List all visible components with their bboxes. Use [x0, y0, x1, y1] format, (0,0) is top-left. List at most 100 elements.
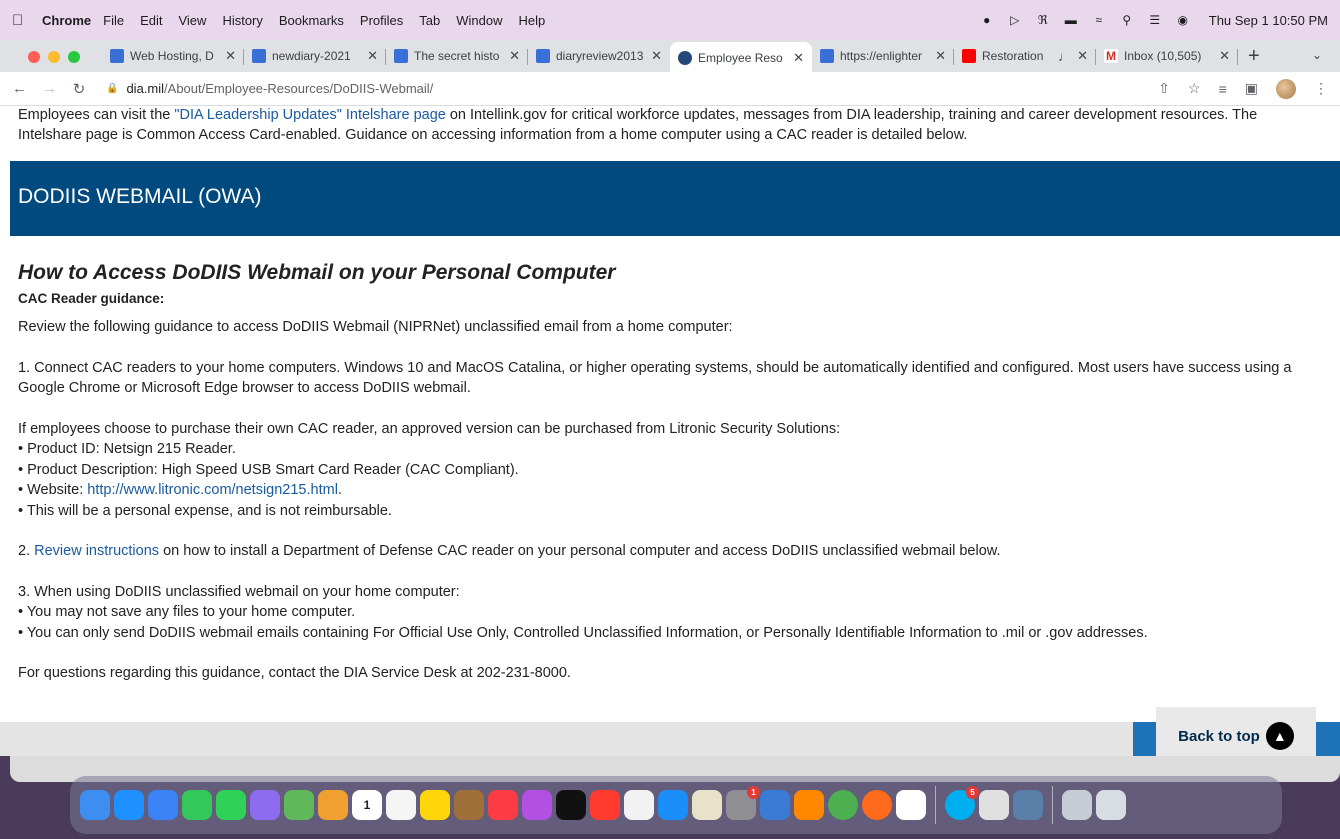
finder-icon[interactable] — [80, 790, 110, 820]
downloads-folder-icon[interactable] — [1062, 790, 1092, 820]
vlc-icon[interactable] — [794, 790, 824, 820]
litronic-website-link[interactable]: http://www.litronic.com/netsign215.html — [87, 482, 338, 498]
safari-icon[interactable] — [114, 790, 144, 820]
dock-divider — [1052, 786, 1053, 824]
lock-icon[interactable]: 🔒 — [106, 83, 118, 94]
messages-icon[interactable] — [216, 790, 246, 820]
menu-window[interactable]: Window — [456, 13, 502, 28]
close-tab-icon[interactable]: ✕ — [509, 48, 520, 64]
battery-icon[interactable]: ▬ — [1063, 13, 1079, 27]
profile-avatar[interactable] — [1276, 78, 1296, 99]
tab-enlighten[interactable]: https://enlighter ✕ — [812, 42, 954, 70]
more-menu-icon[interactable]: ⋮ — [1314, 80, 1328, 97]
app-store-icon[interactable] — [658, 790, 688, 820]
tab-secret-history[interactable]: The secret histo ✕ — [386, 42, 528, 70]
trash-icon[interactable] — [1096, 790, 1126, 820]
youtube-favicon-icon — [962, 49, 976, 63]
contacts-icon[interactable] — [454, 790, 484, 820]
tab-search-chevron-down-icon[interactable]: ⌄ — [1312, 48, 1322, 62]
tab-gmail-inbox[interactable]: M Inbox (10,505) ✕ — [1096, 42, 1238, 70]
chevron-up-icon: ▲ — [1265, 722, 1294, 750]
app-menu-chrome[interactable]: Chrome — [42, 13, 91, 28]
facetime-icon[interactable] — [182, 790, 212, 820]
reminders-icon[interactable] — [386, 790, 416, 820]
menu-file[interactable]: File — [103, 13, 124, 28]
tab-newdiary[interactable]: newdiary-2021 ✕ — [244, 42, 386, 70]
dia-seal-favicon-icon — [678, 51, 692, 65]
script-icon[interactable]: ℜ — [1035, 13, 1051, 27]
new-tab-button[interactable]: + — [1248, 42, 1260, 70]
menu-profiles[interactable]: Profiles — [360, 13, 403, 28]
website-label: • Website: — [18, 482, 88, 498]
purchase-info-list: If employees choose to purchase their ow… — [18, 419, 1328, 522]
bookmark-star-icon[interactable]: ☆ — [1188, 80, 1201, 97]
intro-text-before: Employees can visit the — [18, 107, 175, 123]
apple-menu-icon[interactable]:  — [12, 12, 34, 29]
forward-arrow-icon[interactable]: → — [42, 80, 57, 97]
vpn-icon[interactable]: ● — [979, 13, 995, 27]
contact-text: For questions regarding this guidance, c… — [18, 665, 571, 681]
close-tab-icon[interactable]: ✕ — [1077, 48, 1088, 64]
menu-history[interactable]: History — [222, 13, 262, 28]
dia-leadership-updates-link[interactable]: "DIA Leadership Updates" Intelshare page — [174, 107, 445, 123]
preview-icon[interactable] — [1013, 790, 1043, 820]
control-center-icon[interactable]: ☰ — [1147, 13, 1163, 27]
photos-icon[interactable] — [318, 790, 348, 820]
tab-restoration[interactable]: Restoration ♩ ✕ — [954, 42, 1096, 70]
media-play-icon[interactable]: ▷ — [1007, 13, 1023, 27]
spotlight-search-icon[interactable]: ⚲ — [1119, 13, 1135, 27]
keynote-icon[interactable] — [760, 790, 790, 820]
menu-clock[interactable]: Thu Sep 1 10:50 PM — [1209, 13, 1328, 28]
review-instructions-link[interactable]: Review instructions — [34, 543, 159, 559]
reload-icon[interactable]: ↻ — [72, 80, 86, 98]
dock-divider — [935, 786, 936, 824]
numbers-icon[interactable] — [624, 790, 654, 820]
close-window-button[interactable] — [28, 51, 40, 63]
back-to-top-label: Back to top — [1178, 727, 1260, 745]
wifi-icon[interactable]: ≈ — [1091, 13, 1107, 27]
close-tab-icon[interactable]: ✕ — [367, 48, 378, 64]
music-icon[interactable] — [488, 790, 518, 820]
audio-playing-icon[interactable]: ♩ — [1058, 49, 1071, 64]
close-tab-icon[interactable]: ✕ — [1219, 48, 1230, 64]
textedit-icon[interactable] — [692, 790, 722, 820]
menu-bookmarks[interactable]: Bookmarks — [279, 13, 344, 28]
close-tab-icon[interactable]: ✕ — [935, 48, 946, 64]
maps-icon[interactable] — [284, 790, 314, 820]
reading-list-icon[interactable]: ≡ — [1219, 81, 1227, 97]
news-icon[interactable] — [590, 790, 620, 820]
url-path: /About/Employee-Resources/DoDIIS-Webmail… — [164, 81, 434, 96]
calendar-icon[interactable]: 1 — [352, 790, 382, 820]
back-arrow-icon[interactable]: ← — [12, 80, 27, 97]
window-controls — [28, 51, 80, 63]
podcasts-icon[interactable] — [522, 790, 552, 820]
menu-view[interactable]: View — [178, 13, 206, 28]
back-to-top-button[interactable]: Back to top ▲ — [1156, 707, 1316, 756]
share-icon[interactable]: ⇧ — [1158, 80, 1170, 97]
close-tab-icon[interactable]: ✕ — [225, 48, 236, 64]
tab-employee-resources[interactable]: Employee Reso ✕ — [670, 42, 812, 74]
side-panel-icon[interactable]: ▣ — [1245, 80, 1258, 97]
firefox-icon[interactable] — [862, 790, 892, 820]
system-preferences-icon[interactable]: 1 — [726, 786, 760, 820]
notes-icon[interactable] — [420, 790, 450, 820]
skype-icon[interactable]: 5 — [945, 786, 979, 820]
gmail-favicon-icon: M — [1104, 49, 1118, 63]
chrome-icon[interactable] — [828, 790, 858, 820]
menu-help[interactable]: Help — [519, 13, 546, 28]
tab-diaryreview[interactable]: diaryreview2013 ✕ — [528, 42, 670, 70]
launchpad-icon[interactable] — [250, 790, 280, 820]
mail-icon[interactable] — [148, 790, 178, 820]
zoom-window-button[interactable] — [68, 51, 80, 63]
menu-edit[interactable]: Edit — [140, 13, 162, 28]
close-tab-icon[interactable]: ✕ — [793, 50, 804, 66]
apple-tv-icon[interactable] — [556, 790, 586, 820]
siri-icon[interactable]: ◉ — [1175, 13, 1191, 27]
menu-tab[interactable]: Tab — [419, 13, 440, 28]
script-editor-icon[interactable] — [979, 790, 1009, 820]
blank-document-icon[interactable] — [896, 790, 926, 820]
address-bar[interactable]: 🔒 dia.mil/About/Employee-Resources/DoDII… — [106, 81, 433, 96]
tab-web-hosting[interactable]: Web Hosting, D ✕ — [102, 42, 244, 70]
minimize-window-button[interactable] — [48, 51, 60, 63]
close-tab-icon[interactable]: ✕ — [651, 48, 662, 64]
